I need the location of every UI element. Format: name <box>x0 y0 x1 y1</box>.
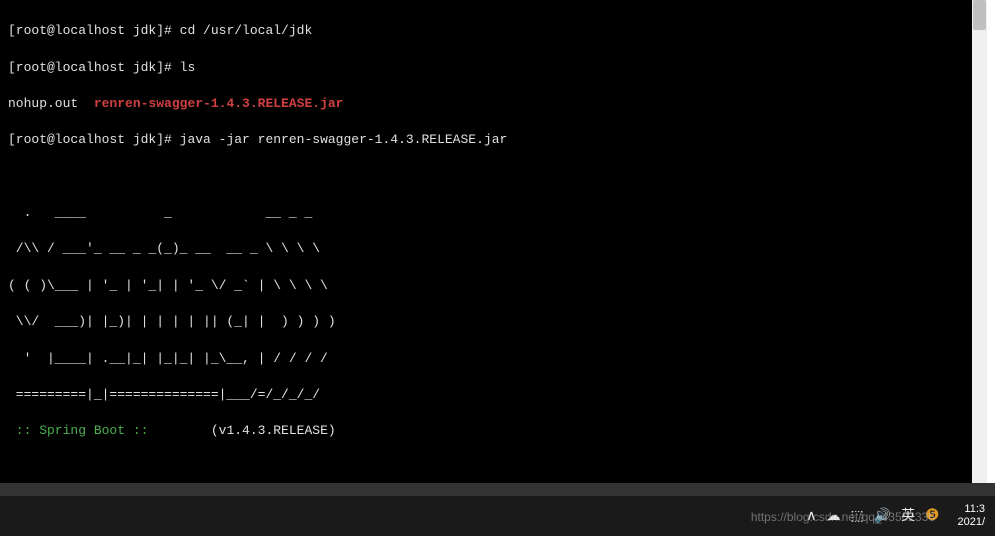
ls-output-plain: nohup.out <box>8 96 94 111</box>
spring-ascii-line: /\\ / ___'_ __ _ _(_)_ __ __ _ \ \ \ \ <box>8 240 964 258</box>
shell-prompt: [root@localhost jdk]# <box>8 60 180 75</box>
spring-ascii-line: ( ( )\___ | '_ | '_| | '_ \/ _` | \ \ \ … <box>8 277 964 295</box>
shell-prompt: [root@localhost jdk]# <box>8 23 180 38</box>
shell-command: java -jar renren-swagger-1.4.3.RELEASE.j… <box>180 132 508 147</box>
volume-icon[interactable]: 🔊 <box>874 506 891 526</box>
shell-command: ls <box>180 60 196 75</box>
vertical-scrollbar[interactable] <box>972 0 987 483</box>
scrollbar-thumb[interactable] <box>973 0 986 30</box>
spring-ascii-line: =========|_|==============|___/=/_/_/_/ <box>8 386 964 404</box>
spring-ascii-line: . ____ _ __ _ _ <box>8 204 964 222</box>
tray-chevron-up-icon[interactable]: ∧ <box>806 506 816 526</box>
shell-command: cd /usr/local/jdk <box>180 23 313 38</box>
ls-output-jar: renren-swagger-1.4.3.RELEASE.jar <box>94 96 344 111</box>
clock-date: 2021/ <box>957 516 985 529</box>
spring-ascii-line: \\/ ___)| |_)| | | | | || (_| | ) ) ) ) <box>8 313 964 331</box>
window-resize-strip <box>0 483 995 496</box>
spring-boot-label: :: Spring Boot :: <box>8 423 148 438</box>
spring-boot-version: (v1.4.3.RELEASE) <box>148 423 335 438</box>
system-clock[interactable]: 11:3 2021/ <box>957 503 985 529</box>
windows-taskbar[interactable]: ∧ ☁ ⬚ 🔊 英 ❺ 11:3 2021/ <box>0 496 995 536</box>
shell-prompt: [root@localhost jdk]# <box>8 132 180 147</box>
ime-indicator[interactable]: 英 <box>901 506 915 526</box>
onedrive-icon[interactable]: ☁ <box>826 506 840 526</box>
spring-ascii-line: ' |____| .__|_| |_|_| |_\__, | / / / / <box>8 350 964 368</box>
clock-time: 11:3 <box>957 503 985 516</box>
system-tray: ∧ ☁ ⬚ 🔊 英 ❺ 11:3 2021/ <box>806 503 985 529</box>
network-icon[interactable]: ⬚ <box>850 506 863 526</box>
terminal-output[interactable]: [root@localhost jdk]# cd /usr/local/jdk … <box>0 0 972 483</box>
sogou-icon[interactable]: ❺ <box>925 505 939 527</box>
